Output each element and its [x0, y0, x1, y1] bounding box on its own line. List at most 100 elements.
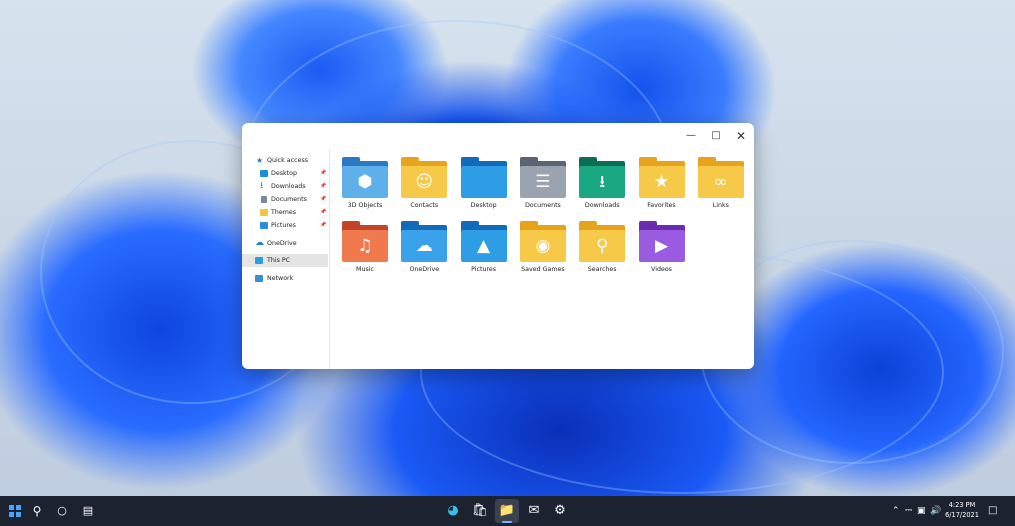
download-icon: ⭳: [260, 181, 264, 191]
music-note-icon: ♫: [357, 236, 373, 256]
folder-item[interactable]: ∞ Links: [693, 154, 749, 214]
contact-icon: ☺: [415, 172, 434, 192]
clock-time: 4:23 PM: [948, 501, 976, 509]
folder-item[interactable]: ◉ Saved Games: [515, 218, 571, 278]
folder-label: Documents: [524, 202, 561, 209]
folder-item[interactable]: ♫ Music: [337, 218, 393, 278]
network-icon[interactable]: ▣: [917, 504, 926, 518]
nav-item-pictures[interactable]: Pictures 📌: [242, 219, 328, 232]
cortana-button[interactable]: ○: [50, 499, 74, 523]
folder-label: Videos: [651, 266, 672, 273]
folder-label: Desktop: [470, 202, 497, 209]
play-icon: ▶: [654, 236, 669, 256]
folder-label: Saved Games: [521, 266, 565, 273]
taskbar: ⚲ ○ ▤ ◕ 🛍 📁 ✉ ⚙ ⌃ ⎓ ▣ 🔊 4:23 PM 6/17/202…: [0, 496, 1015, 526]
nav-item-downloads[interactable]: ⭳ Downloads 📌: [242, 180, 328, 193]
magnifier-icon: ⚲: [595, 236, 609, 256]
nav-item-label: Themes: [271, 209, 296, 216]
pin-icon: 📌: [320, 196, 327, 202]
file-explorer-window[interactable]: — □ ✕ ★ Quick access Desktop 📌 ⭳ Downloa…: [242, 123, 754, 369]
nav-quick-access[interactable]: ★ Quick access: [242, 154, 328, 167]
document-icon: [261, 196, 267, 203]
maximize-button[interactable]: □: [705, 127, 727, 145]
desktop-icon: [260, 170, 268, 177]
gamepad-icon: ◉: [535, 236, 551, 256]
nav-item-label: Network: [267, 275, 294, 282]
folder-item[interactable]: ⬢ 3D Objects: [337, 154, 393, 214]
clock[interactable]: 4:23 PM 6/17/2021: [940, 500, 984, 520]
usb-icon[interactable]: ⎓: [905, 504, 912, 518]
close-button[interactable]: ✕: [730, 127, 752, 145]
pin-icon: 📌: [320, 183, 327, 189]
settings-icon: ⚙: [554, 503, 566, 518]
folder-item[interactable]: ☺ Contacts: [396, 154, 452, 214]
folder-grid: ⬢ 3D Objects ☺ Contacts Desktop ☰ Documents ⭳ Do…: [330, 149, 754, 369]
folder-item[interactable]: ☁ OneDrive: [396, 218, 452, 278]
edge-button[interactable]: ◕: [441, 499, 465, 523]
folder-label: Searches: [587, 266, 617, 273]
nav-item-label: Documents: [271, 196, 307, 203]
windows-logo-icon: [9, 505, 21, 517]
nav-item-onedrive[interactable]: ☁ OneDrive: [242, 237, 328, 250]
folder-label: Links: [712, 202, 729, 209]
pin-icon: 📌: [320, 170, 327, 176]
minimize-button[interactable]: —: [680, 127, 702, 145]
store-button[interactable]: 🛍: [468, 499, 492, 523]
nav-item-network[interactable]: Network: [242, 272, 328, 285]
folder-item[interactable]: Desktop: [456, 154, 512, 214]
folder-label: Pictures: [471, 266, 497, 273]
download-icon: ⭳: [599, 172, 606, 192]
mail-icon: ✉: [528, 503, 540, 518]
desktop-icon: [461, 166, 507, 198]
notification-icon[interactable]: □: [988, 504, 997, 518]
chevron-up-icon[interactable]: ⌃: [892, 504, 900, 518]
pin-icon: 📌: [320, 222, 327, 228]
store-icon: 🛍: [471, 503, 489, 518]
folder-label: Music: [356, 266, 374, 273]
close-icon: ✕: [735, 129, 747, 143]
folder-icon: [260, 209, 268, 216]
nav-item-label: Pictures: [271, 222, 296, 229]
folder-item[interactable]: ▲ Pictures: [456, 218, 512, 278]
mail-button[interactable]: ✉: [522, 499, 546, 523]
folder-label: OneDrive: [409, 266, 440, 273]
folder-item[interactable]: ★ Favorites: [634, 154, 690, 214]
mountain-icon: ▲: [477, 236, 491, 256]
folder-item[interactable]: ⭳ Downloads: [574, 154, 630, 214]
file-explorer-icon: 📁: [498, 503, 516, 518]
task-view-button[interactable]: ▤: [76, 499, 100, 523]
folder-label: Contacts: [410, 202, 439, 209]
folder-item[interactable]: ☰ Documents: [515, 154, 571, 214]
nav-item-label: OneDrive: [267, 240, 297, 247]
circle-icon: ○: [57, 504, 67, 517]
3d-cube-icon: ⬢: [357, 172, 373, 192]
file-explorer-button[interactable]: 📁: [495, 499, 519, 523]
nav-item-documents[interactable]: Documents 📌: [242, 193, 328, 206]
document-icon: ☰: [535, 172, 551, 192]
settings-button[interactable]: ⚙: [548, 499, 572, 523]
link-icon: ∞: [713, 172, 728, 192]
clock-date: 6/17/2021: [945, 511, 979, 519]
task-view-icon: ▤: [82, 504, 94, 517]
navigation-pane: ★ Quick access Desktop 📌 ⭳ Downloads 📌 D…: [242, 149, 330, 369]
search-button[interactable]: ⚲: [25, 499, 49, 523]
edge-icon: ◕: [447, 503, 459, 518]
nav-item-this-pc[interactable]: This PC: [242, 254, 328, 267]
maximize-icon: □: [711, 130, 721, 141]
folder-label: Downloads: [584, 202, 620, 209]
network-icon: [255, 275, 263, 282]
nav-item-themes[interactable]: Themes 📌: [242, 206, 328, 219]
folder-item[interactable]: ▶ Videos: [634, 218, 690, 278]
cloud-icon: ☁: [255, 238, 264, 248]
star-icon: ★: [256, 156, 264, 165]
folder-item[interactable]: ⚲ Searches: [574, 218, 630, 278]
nav-item-desktop[interactable]: Desktop 📌: [242, 167, 328, 180]
title-bar[interactable]: — □ ✕: [242, 123, 754, 149]
start-button[interactable]: [3, 499, 27, 523]
picture-icon: [260, 222, 268, 229]
pin-icon: 📌: [320, 209, 327, 215]
search-icon: ⚲: [32, 504, 42, 518]
nav-item-label: Quick access: [267, 157, 309, 164]
nav-item-label: Downloads: [271, 183, 306, 190]
minimize-icon: —: [686, 130, 696, 141]
